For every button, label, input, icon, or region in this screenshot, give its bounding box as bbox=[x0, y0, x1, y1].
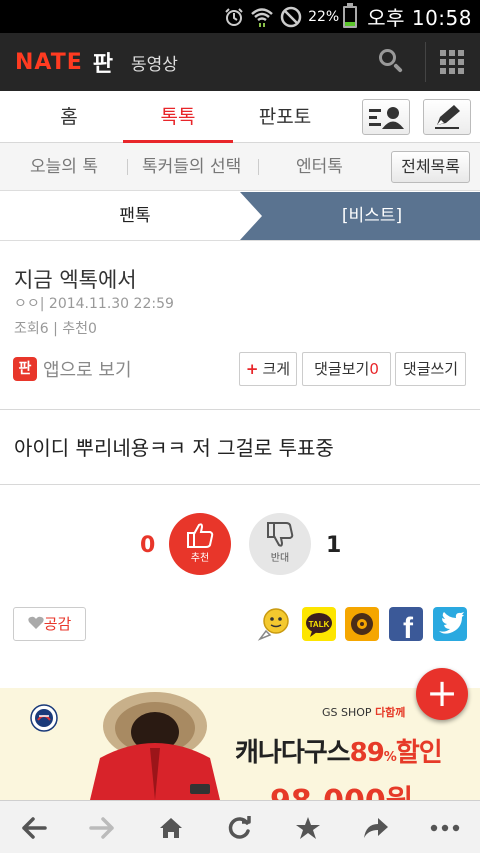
app-view-link[interactable]: 판 앱으로 보기 bbox=[13, 356, 132, 382]
home-icon[interactable] bbox=[151, 801, 191, 853]
post-body: 아이디 뿌리네용ㅋㅋ 저 그걸로 투표중 bbox=[14, 436, 334, 460]
upvote-label: 추천 bbox=[190, 553, 210, 564]
post-stats: 조회6 | 추천0 bbox=[14, 321, 97, 337]
downvote-label: 반대 bbox=[270, 553, 290, 564]
view-comments-label: 댓글보기 bbox=[314, 360, 370, 378]
grid-menu-icon[interactable] bbox=[440, 50, 464, 74]
gs-shop-suffix: 다함께 bbox=[375, 706, 406, 719]
post-author-date: ㅇㅇ| 2014.11.30 22:59 bbox=[14, 296, 174, 312]
twitter-share-icon[interactable] bbox=[433, 607, 467, 641]
upvote-count: 0 bbox=[140, 533, 156, 558]
ad-headline-percent: 89 bbox=[349, 738, 385, 768]
ad-coat-image bbox=[80, 688, 230, 800]
profile-list-icon bbox=[369, 107, 404, 129]
forward-icon[interactable] bbox=[82, 801, 122, 853]
comments-count: 0 bbox=[369, 360, 379, 378]
video-link[interactable]: 동영상 bbox=[131, 50, 178, 75]
ad-headline-end: 할인 bbox=[395, 738, 443, 768]
gs-shop-prefix: GS SHOP bbox=[322, 706, 372, 719]
ad-price: 98,000원 bbox=[270, 776, 413, 800]
subtab-talkers-choice[interactable]: 톡커들의 선택 bbox=[142, 143, 241, 191]
do-not-disturb-icon bbox=[280, 6, 302, 28]
sub-tabs: 오늘의 톡 톡커들의 선택 엔터톡 전체목록 bbox=[0, 143, 480, 191]
heart-icon bbox=[28, 616, 44, 629]
kakaotalk-label: TALK bbox=[309, 620, 330, 629]
ad-headline: 캐나다구스89%할인 bbox=[235, 732, 443, 769]
refresh-icon[interactable] bbox=[219, 801, 259, 853]
wifi-icon bbox=[250, 7, 274, 27]
plus-icon: + bbox=[245, 360, 259, 378]
alarm-icon bbox=[224, 7, 244, 27]
segment-bar: 팬톡 [비스트] bbox=[0, 192, 480, 241]
write-comment-button[interactable]: 댓글쓰기 bbox=[395, 352, 466, 386]
subtab-divider bbox=[258, 159, 259, 175]
status-bar: 22% 오후 10:58 bbox=[0, 0, 480, 33]
write-button[interactable] bbox=[423, 99, 471, 135]
emoticon-share-icon[interactable] bbox=[257, 607, 291, 641]
more-icon[interactable] bbox=[425, 801, 465, 853]
empathy-button[interactable]: 공감 bbox=[13, 607, 86, 641]
facebook-share-icon[interactable]: f bbox=[389, 607, 423, 645]
segment-beast-label: [비스트] bbox=[341, 206, 403, 226]
downvote-count: 1 bbox=[326, 533, 342, 558]
back-icon[interactable] bbox=[14, 801, 54, 853]
share-icon[interactable] bbox=[356, 801, 396, 853]
thumbs-down-icon bbox=[267, 522, 294, 547]
tab-home[interactable]: 홈 bbox=[14, 91, 124, 143]
pan-app-icon: 판 bbox=[13, 357, 37, 381]
empathy-label: 공감 bbox=[43, 615, 72, 633]
divider bbox=[0, 409, 480, 410]
divider bbox=[0, 484, 480, 485]
font-size-button[interactable]: + 크게 bbox=[239, 352, 297, 386]
floating-add-button[interactable]: + bbox=[416, 668, 468, 720]
subtab-entertalk[interactable]: 엔터톡 bbox=[296, 143, 343, 191]
browser-toolbar bbox=[0, 800, 480, 853]
main-tabs: 홈 톡톡 판포토 bbox=[0, 91, 480, 143]
font-size-label: 크게 bbox=[262, 360, 291, 378]
profile-list-button[interactable] bbox=[362, 99, 410, 135]
downvote-button[interactable]: 반대 bbox=[249, 513, 311, 575]
bookmark-star-icon[interactable] bbox=[288, 801, 328, 853]
segment-beast[interactable]: [비스트] bbox=[240, 192, 480, 240]
ad-headline-percent-sign: % bbox=[383, 750, 397, 765]
plus-icon: + bbox=[426, 671, 458, 715]
post-title: 지금 엑톡에서 bbox=[14, 268, 137, 292]
segment-fantalk[interactable]: 팬톡 bbox=[0, 192, 270, 240]
tab-panphoto[interactable]: 판포토 bbox=[230, 91, 340, 143]
clock: 오후 10:58 bbox=[367, 6, 472, 30]
tab-toktok[interactable]: 톡톡 bbox=[123, 91, 233, 143]
battery-percent: 22% bbox=[308, 8, 340, 25]
app-view-label: 앱으로 보기 bbox=[43, 360, 132, 381]
all-list-button[interactable]: 전체목록 bbox=[391, 151, 470, 183]
nate-logo[interactable]: NATE bbox=[15, 50, 83, 75]
kakaotalk-share-icon[interactable]: TALK bbox=[302, 607, 336, 641]
pan-logo[interactable]: 판 bbox=[93, 46, 113, 78]
gs-shop-label: GS SHOP 다함께 bbox=[322, 704, 405, 720]
kakaostory-share-icon[interactable] bbox=[345, 607, 379, 641]
facebook-label: f bbox=[403, 612, 414, 641]
ad-headline-brand: 캐나다구스 bbox=[235, 738, 351, 768]
header-divider bbox=[425, 42, 426, 82]
subtab-today[interactable]: 오늘의 톡 bbox=[30, 143, 98, 191]
thumbs-up-icon bbox=[187, 523, 214, 548]
canada-goose-logo bbox=[30, 704, 58, 736]
app-header: NATE 판 동영상 bbox=[0, 33, 480, 91]
pencil-icon bbox=[435, 105, 460, 129]
subtab-divider bbox=[127, 159, 128, 175]
battery-icon bbox=[343, 2, 358, 28]
view-comments-button[interactable]: 댓글보기0 bbox=[302, 352, 391, 386]
search-icon[interactable] bbox=[379, 49, 405, 75]
ad-banner[interactable]: GS SHOP 다함께 캐나다구스89%할인 98,000원 bbox=[0, 688, 480, 800]
upvote-button[interactable]: 추천 bbox=[169, 513, 231, 575]
